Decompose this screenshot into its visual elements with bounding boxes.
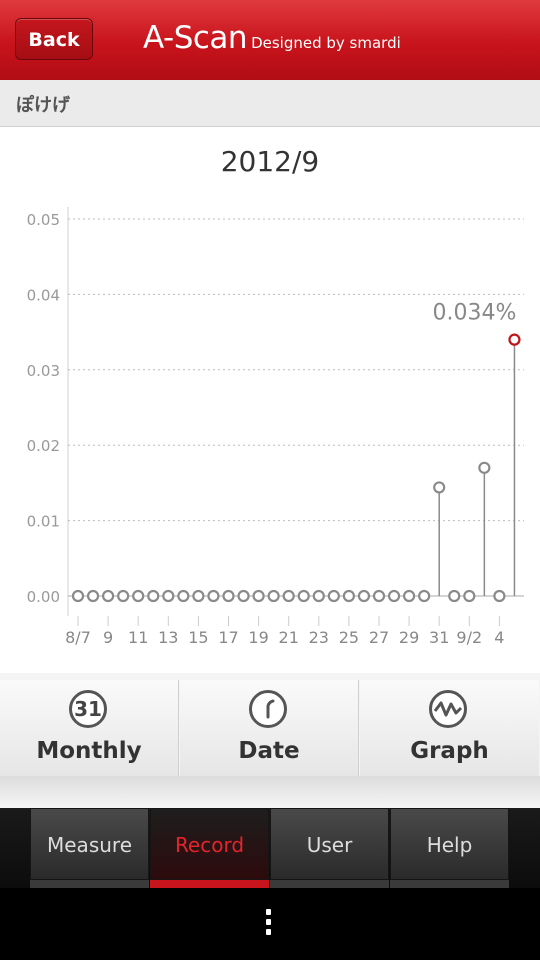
data-point: [222, 589, 235, 603]
data-point: [132, 589, 145, 603]
data-point: [478, 461, 491, 474]
data-point: [433, 481, 446, 494]
date-tab[interactable]: Date: [180, 680, 359, 776]
data-point: [448, 589, 461, 603]
data-point: [252, 589, 265, 603]
divider: [0, 776, 540, 806]
data-point: [162, 589, 175, 603]
data-point: [463, 589, 476, 603]
value-annotation: 0.034%: [433, 301, 517, 326]
date-label: Date: [238, 738, 300, 764]
monthly-label: Monthly: [36, 738, 142, 764]
nav-record[interactable]: Record: [150, 808, 269, 880]
x-tick-label: 17: [218, 628, 238, 647]
x-tick-label: 15: [188, 628, 208, 647]
data-point: [237, 589, 250, 603]
nav-user[interactable]: User: [270, 808, 389, 880]
y-tick-label: 0.02: [27, 437, 60, 455]
header-bar: Back A-Scan Designed by smardi: [0, 0, 540, 81]
x-tick-label: 9: [103, 628, 113, 647]
data-point: [101, 589, 115, 603]
graph-tab[interactable]: Graph: [360, 680, 539, 776]
y-tick-label: 0.05: [27, 211, 60, 229]
nav-help[interactable]: Help: [390, 808, 509, 880]
record-chart: 2012/9 0.05 0.04 0.03 0.02 0.01 0.00 8/7 9 11 13 15…: [27, 145, 524, 647]
data-point: [403, 589, 416, 603]
data-point: [418, 589, 431, 603]
view-selector: 31 Monthly Date Graph: [0, 673, 540, 808]
x-tick-label: 19: [248, 628, 268, 647]
data-point: [177, 589, 190, 603]
nav-indicator: [270, 880, 389, 888]
y-tick-label: 0.00: [27, 588, 60, 606]
x-tick-label: 11: [128, 628, 148, 647]
user-bar: ぽけげ: [0, 80, 540, 127]
nav-measure[interactable]: Measure: [30, 808, 149, 880]
data-point: [117, 589, 130, 603]
x-tick-label: 13: [158, 628, 178, 647]
data-point: [387, 589, 401, 603]
data-point: [297, 589, 310, 603]
data-point: [71, 589, 85, 603]
clock-icon: [249, 690, 287, 728]
data-point: [327, 589, 340, 603]
calendar-icon: 31: [69, 690, 107, 728]
x-tick-label: 21: [279, 628, 299, 647]
y-tick-label: 0.01: [27, 513, 60, 531]
x-tick-label: 8/7: [65, 628, 91, 647]
graph-label: Graph: [410, 738, 489, 764]
y-tick-label: 0.04: [27, 286, 60, 304]
data-point: [147, 589, 160, 603]
data-point: [207, 589, 220, 603]
data-point: [312, 589, 325, 603]
user-name: ぽけげ: [16, 95, 70, 116]
x-tick-label: 4: [494, 628, 504, 647]
nav-indicator: [390, 880, 509, 888]
data-point: [192, 589, 205, 603]
bottom-nav: Measure Record User Help: [0, 808, 540, 888]
data-point: [86, 589, 100, 603]
x-tick-label: 31: [429, 628, 449, 647]
calendar-icon-text: 31: [74, 697, 102, 721]
x-tick-label: 29: [399, 628, 419, 647]
app-subtitle: Designed by smardi: [251, 34, 401, 52]
nav-indicator-active: [150, 880, 269, 888]
y-tick-label: 0.03: [27, 362, 60, 380]
nav-indicator: [30, 880, 149, 888]
app-title: A-Scan Designed by smardi: [143, 20, 401, 56]
x-tick-label: 27: [369, 628, 389, 647]
chart-title: 2012/9: [221, 145, 320, 178]
back-button[interactable]: Back: [15, 18, 93, 60]
x-tick-label: 23: [309, 628, 329, 647]
data-point: [357, 589, 371, 603]
data-point: [267, 589, 280, 603]
monthly-tab[interactable]: 31 Monthly: [0, 680, 179, 776]
x-tick-label: 9/2: [456, 628, 482, 647]
x-tick-label: 25: [339, 628, 359, 647]
data-point: [282, 589, 295, 603]
data-point-highlight: [508, 333, 521, 346]
app-name: A-Scan: [143, 20, 248, 56]
data-point: [493, 589, 506, 603]
chart-area: 2012/9 0.05 0.04 0.03 0.02 0.01 0.00 8/7 9 11 13 15…: [0, 127, 540, 673]
data-point: [372, 589, 386, 603]
graph-icon: [429, 690, 467, 728]
data-point: [342, 589, 355, 603]
overflow-menu-icon[interactable]: [266, 909, 274, 939]
